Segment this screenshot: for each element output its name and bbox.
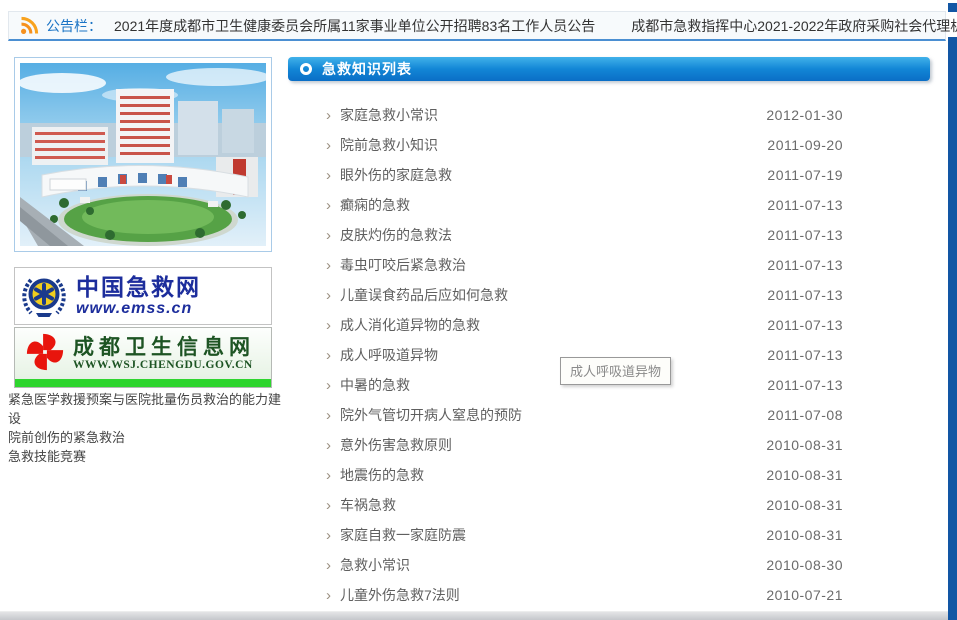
article-date: 2011-07-13: [767, 257, 843, 273]
arrow-bullet-icon: ›: [326, 288, 340, 303]
hover-tooltip: 成人呼吸道异物: [560, 357, 671, 385]
arrow-bullet-icon: ›: [326, 108, 340, 123]
sidebar-links: 紧急医学救援预案与医院批量伤员救治的能力建设院前创伤的紧急救治急救技能竞赛: [8, 390, 288, 466]
article-link[interactable]: 急救小常识: [340, 555, 766, 575]
circle-ring-icon: [300, 63, 312, 75]
article-row: › 院前急救小知识 2011-09-20: [288, 130, 946, 160]
article-date: 2011-07-13: [767, 347, 843, 363]
announcement-link[interactable]: 成都市急救指挥中心2021-2022年政府采购社会代理机构比选项目比选结果公示: [631, 16, 957, 36]
article-link[interactable]: 院前急救小知识: [340, 135, 767, 155]
arrow-bullet-icon: ›: [326, 228, 340, 243]
article-row: › 儿童误食药品后应如何急救 2011-07-13: [288, 280, 946, 310]
announcement-bar: 公告栏： 2021年度成都市卫生健康委员会所属11家事业单位公开招聘83名工作人…: [8, 11, 946, 41]
article-link[interactable]: 儿童误食药品后应如何急救: [340, 285, 767, 305]
page: 公告栏： 2021年度成都市卫生健康委员会所属11家事业单位公开招聘83名工作人…: [0, 0, 957, 620]
article-link[interactable]: 家庭急救小常识: [340, 105, 766, 125]
article-date: 2010-08-31: [766, 467, 843, 483]
arrow-bullet-icon: ›: [326, 498, 340, 513]
rss-icon: [19, 16, 39, 36]
article-date: 2010-08-30: [766, 557, 843, 573]
list-header-bar: 急救知识列表: [288, 57, 930, 81]
article-link[interactable]: 院外气管切开病人窒息的预防: [340, 405, 767, 425]
arrow-bullet-icon: ›: [326, 378, 340, 393]
article-date: 2011-07-13: [767, 227, 843, 243]
sidebar-link[interactable]: 紧急医学救援预案与医院批量伤员救治的能力建设: [8, 390, 288, 428]
article-date: 2010-08-31: [766, 527, 843, 543]
arrow-bullet-icon: ›: [326, 588, 340, 603]
article-row: › 急救小常识 2010-08-30: [288, 550, 946, 580]
arrow-bullet-icon: ›: [326, 258, 340, 273]
article-row: › 成人消化道异物的急救 2011-07-13: [288, 310, 946, 340]
article-link[interactable]: 地震伤的急救: [340, 465, 766, 485]
emss-logo-banner[interactable]: 中国急救网 www.emss.cn: [14, 267, 272, 325]
article-link[interactable]: 皮肤灼伤的急救法: [340, 225, 767, 245]
right-edge-strip: [948, 37, 957, 620]
article-link[interactable]: 中暑的急救: [340, 375, 767, 395]
article-link[interactable]: 毒虫叮咬后紧急救治: [340, 255, 767, 275]
article-date: 2011-07-19: [767, 167, 843, 183]
sidebar-link[interactable]: 急救技能竞赛: [8, 447, 288, 466]
article-link[interactable]: 成人呼吸道异物: [340, 345, 767, 365]
article-date: 2011-09-20: [767, 137, 843, 153]
emss-url: www.emss.cn: [76, 300, 201, 317]
top-right-corner-strip: [948, 3, 957, 12]
footer-bar: [0, 611, 948, 620]
article-row: › 眼外伤的家庭急救 2011-07-19: [288, 160, 946, 190]
article-row: › 毒虫叮咬后紧急救治 2011-07-13: [288, 250, 946, 280]
arrow-bullet-icon: ›: [326, 528, 340, 543]
article-date: 2010-08-31: [766, 437, 843, 453]
article-date: 2011-07-13: [767, 377, 843, 393]
article-row: › 院外气管切开病人窒息的预防 2011-07-08: [288, 400, 946, 430]
chengdu-health-url: WWW.WSJ.CHENGDU.GOV.CN: [73, 359, 255, 372]
arrow-bullet-icon: ›: [326, 408, 340, 423]
article-row: › 意外伤害急救原则 2010-08-31: [288, 430, 946, 460]
star-of-life-emblem-icon: [21, 273, 67, 319]
article-row: › 家庭自救一家庭防震 2010-08-31: [288, 520, 946, 550]
article-link[interactable]: 家庭自救一家庭防震: [340, 525, 766, 545]
arrow-bullet-icon: ›: [326, 558, 340, 573]
announcement-items: 2021年度成都市卫生健康委员会所属11家事业单位公开招聘83名工作人员公告 成都…: [114, 16, 957, 36]
chengdu-health-logo-banner[interactable]: 成都卫生信息网 WWW.WSJ.CHENGDU.GOV.CN: [14, 327, 272, 388]
arrow-bullet-icon: ›: [326, 468, 340, 483]
arrow-bullet-icon: ›: [326, 318, 340, 333]
hospital-photo-box[interactable]: [14, 57, 272, 252]
green-bar: [15, 379, 271, 387]
chengdu-health-title: 成都卫生信息网: [73, 335, 255, 359]
article-date: 2010-08-31: [766, 497, 843, 513]
article-link[interactable]: 眼外伤的家庭急救: [340, 165, 767, 185]
article-date: 2011-07-08: [767, 407, 843, 423]
arrow-bullet-icon: ›: [326, 198, 340, 213]
article-date: 2012-01-30: [766, 107, 843, 123]
article-row: › 地震伤的急救 2010-08-31: [288, 460, 946, 490]
article-link[interactable]: 车祸急救: [340, 495, 766, 515]
emss-title: 中国急救网: [76, 275, 201, 300]
sidebar-link[interactable]: 院前创伤的紧急救治: [8, 428, 288, 447]
article-link[interactable]: 儿童外伤急救7法则: [340, 585, 766, 605]
article-link[interactable]: 成人消化道异物的急救: [340, 315, 767, 335]
announcement-label: 公告栏：: [46, 16, 102, 36]
article-date: 2010-07-21: [766, 587, 843, 603]
article-row: › 皮肤灼伤的急救法 2011-07-13: [288, 220, 946, 250]
arrow-bullet-icon: ›: [326, 168, 340, 183]
arrow-bullet-icon: ›: [326, 138, 340, 153]
article-date: 2011-07-13: [767, 317, 843, 333]
hospital-campus-photo: [20, 63, 266, 246]
arrow-bullet-icon: ›: [326, 438, 340, 453]
article-date: 2011-07-13: [767, 197, 843, 213]
article-date: 2011-07-13: [767, 287, 843, 303]
article-list: › 家庭急救小常识 2012-01-30 › 院前急救小知识 2011-09-2…: [288, 100, 946, 610]
article-row: › 癫痫的急救 2011-07-13: [288, 190, 946, 220]
article-link[interactable]: 癫痫的急救: [340, 195, 767, 215]
arrow-bullet-icon: ›: [326, 348, 340, 363]
article-link[interactable]: 意外伤害急救原则: [340, 435, 766, 455]
announcement-link[interactable]: 2021年度成都市卫生健康委员会所属11家事业单位公开招聘83名工作人员公告: [114, 16, 595, 36]
pinwheel-cross-icon: [25, 332, 65, 372]
article-row: › 儿童外伤急救7法则 2010-07-21: [288, 580, 946, 610]
article-row: › 家庭急救小常识 2012-01-30: [288, 100, 946, 130]
article-row: › 车祸急救 2010-08-31: [288, 490, 946, 520]
list-header-title: 急救知识列表: [322, 59, 412, 79]
